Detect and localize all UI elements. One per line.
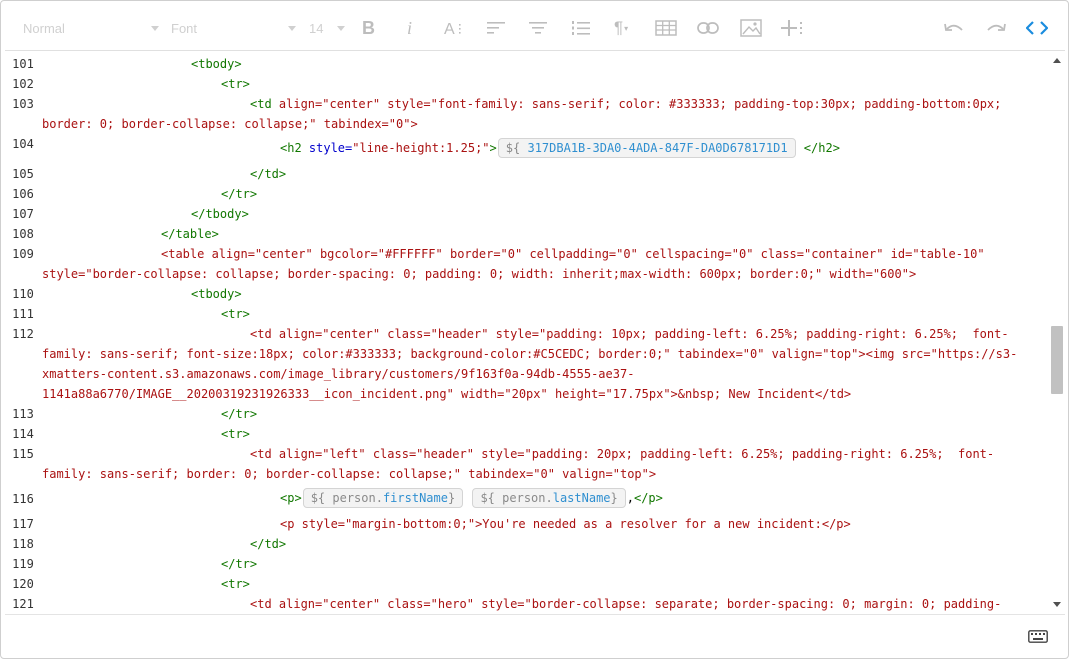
code-line: xmatters-content.s3.amazonaws.com/image_…: [42, 367, 635, 381]
code-line: <p> ${ person.firstName} ${ person.lastNa…: [280, 488, 663, 510]
chevron-down-icon: ▾: [624, 23, 629, 33]
code-line: <td align="center" class="header" style=…: [250, 327, 1009, 341]
line-number: 112: [12, 327, 34, 341]
redo-button[interactable]: [985, 5, 1007, 51]
image-icon: [740, 19, 762, 37]
scroll-up-icon[interactable]: [1053, 58, 1061, 63]
code-line: <tr>: [221, 307, 250, 321]
font-size-button[interactable]: A: [444, 5, 466, 51]
editor-status-bar: [5, 614, 1065, 656]
code-line: border: 0; border-collapse: collapse;" t…: [42, 117, 418, 131]
line-number: 114: [12, 427, 34, 441]
code-line: <td align="left" class="header" style="p…: [250, 447, 995, 461]
code-line: <tr>: [221, 577, 250, 591]
chevron-down-icon[interactable]: [288, 26, 296, 31]
code-line: <h2 style="line-height:1.25;"> ${ 317DBA1…: [280, 138, 840, 160]
code-line: </tr>: [221, 557, 258, 571]
template-variable-chip[interactable]: ${ 317DBA1B-3DA0-4ADA-847F-DA0D678171D1: [497, 138, 796, 158]
line-number: 117: [12, 517, 34, 531]
paragraph-style-select[interactable]: Normal: [23, 5, 65, 51]
font-size-value: 14: [309, 20, 324, 36]
code-line: <table align="center" bgcolor="#FFFFFF" …: [161, 247, 985, 261]
table-button[interactable]: [655, 5, 677, 51]
code-line: </tr>: [221, 187, 258, 201]
template-variable-chip[interactable]: ${ person.firstName}: [302, 488, 464, 508]
chevron-down-icon[interactable]: [151, 26, 159, 31]
redo-icon: [987, 23, 1006, 31]
line-number: 110: [12, 287, 34, 301]
template-variable-chip[interactable]: ${ person.lastName}: [472, 488, 626, 508]
code-line: <tr>: [221, 77, 250, 91]
italic-button[interactable]: i: [407, 5, 412, 51]
line-number: 107: [12, 207, 34, 221]
line-number: 111: [12, 307, 34, 321]
line-number: 119: [12, 557, 34, 571]
link-icon: [697, 22, 719, 34]
code-editor-window: Normal Font 14 B i A ¶ ▾ 101 102 103 104…: [0, 0, 1069, 659]
align-left-icon: [487, 22, 505, 34]
line-number: 113: [12, 407, 34, 421]
code-line: 1141a88a6770/IMAGE__20200319231926333__i…: [42, 387, 852, 401]
code-line: </tbody>: [191, 207, 249, 221]
code-line: family: sans-serif; border: 0; border-co…: [42, 467, 657, 481]
line-number: 115: [12, 447, 34, 461]
line-number: 101: [12, 57, 34, 71]
line-number: 106: [12, 187, 34, 201]
undo-icon: [944, 23, 963, 31]
font-family-value: Font: [171, 20, 198, 36]
code-line: family: sans-serif; font-size:18px; colo…: [42, 347, 1018, 361]
code-line: <tbody>: [191, 57, 242, 71]
bold-icon: B: [362, 17, 375, 38]
scroll-down-icon[interactable]: [1053, 602, 1061, 607]
code-view-button[interactable]: [1026, 5, 1048, 51]
paragraph-button[interactable]: ¶ ▾: [614, 5, 628, 51]
code-line: style="border-collapse: collapse; border…: [42, 267, 917, 281]
link-button[interactable]: [697, 5, 719, 51]
numbered-list-button[interactable]: [571, 5, 591, 51]
code-view-icon: [1026, 21, 1048, 35]
image-button[interactable]: [740, 5, 762, 51]
line-number: 120: [12, 577, 34, 591]
line-number: 103: [12, 97, 34, 111]
align-center-button[interactable]: [528, 5, 548, 51]
line-number: 121: [12, 597, 34, 611]
line-number: 102: [12, 77, 34, 91]
code-line: <tbody>: [191, 287, 242, 301]
paragraph-style-value: Normal: [23, 20, 65, 36]
paragraph-icon: ¶: [614, 18, 624, 37]
keyboard-icon[interactable]: [1028, 630, 1048, 643]
code-line: <tr>: [221, 427, 250, 441]
insert-icon: [781, 20, 802, 36]
code-area[interactable]: 101 102 103 104 105 106 107 108 109 110 …: [5, 52, 1048, 614]
align-left-button[interactable]: [486, 5, 506, 51]
numbered-list-icon: [572, 21, 590, 35]
code-line: </table>: [161, 227, 219, 241]
line-number: 108: [12, 227, 34, 241]
line-number: 104: [12, 137, 34, 151]
insert-button[interactable]: [781, 5, 805, 51]
chevron-down-icon[interactable]: [337, 26, 345, 31]
code-line: </td>: [250, 537, 287, 551]
font-family-select[interactable]: Font: [171, 5, 197, 51]
align-center-icon: [529, 22, 547, 34]
code-line: </td>: [250, 167, 287, 181]
svg-text:A: A: [444, 21, 455, 37]
table-icon: [655, 20, 677, 36]
line-number: 116: [12, 492, 34, 506]
line-number: 118: [12, 537, 34, 551]
bold-button[interactable]: B: [362, 5, 375, 51]
italic-icon: i: [407, 17, 413, 38]
font-size-icon: A: [444, 21, 461, 37]
code-line: <p style="margin-bottom:0;">You're neede…: [280, 517, 851, 531]
vertical-scrollbar[interactable]: [1048, 52, 1065, 614]
scrollbar-thumb[interactable]: [1051, 326, 1063, 394]
code-line: <td align="center" class="hero" style="b…: [250, 597, 1002, 611]
code-line: <td align="center" style="font-family: s…: [250, 97, 1002, 111]
undo-button[interactable]: [943, 5, 965, 51]
code-line: </tr>: [221, 407, 258, 421]
line-number: 109: [12, 247, 34, 261]
font-size-select[interactable]: 14: [309, 5, 323, 51]
editor-toolbar: Normal Font 14 B i A ¶ ▾: [5, 5, 1065, 51]
line-number: 105: [12, 167, 34, 181]
